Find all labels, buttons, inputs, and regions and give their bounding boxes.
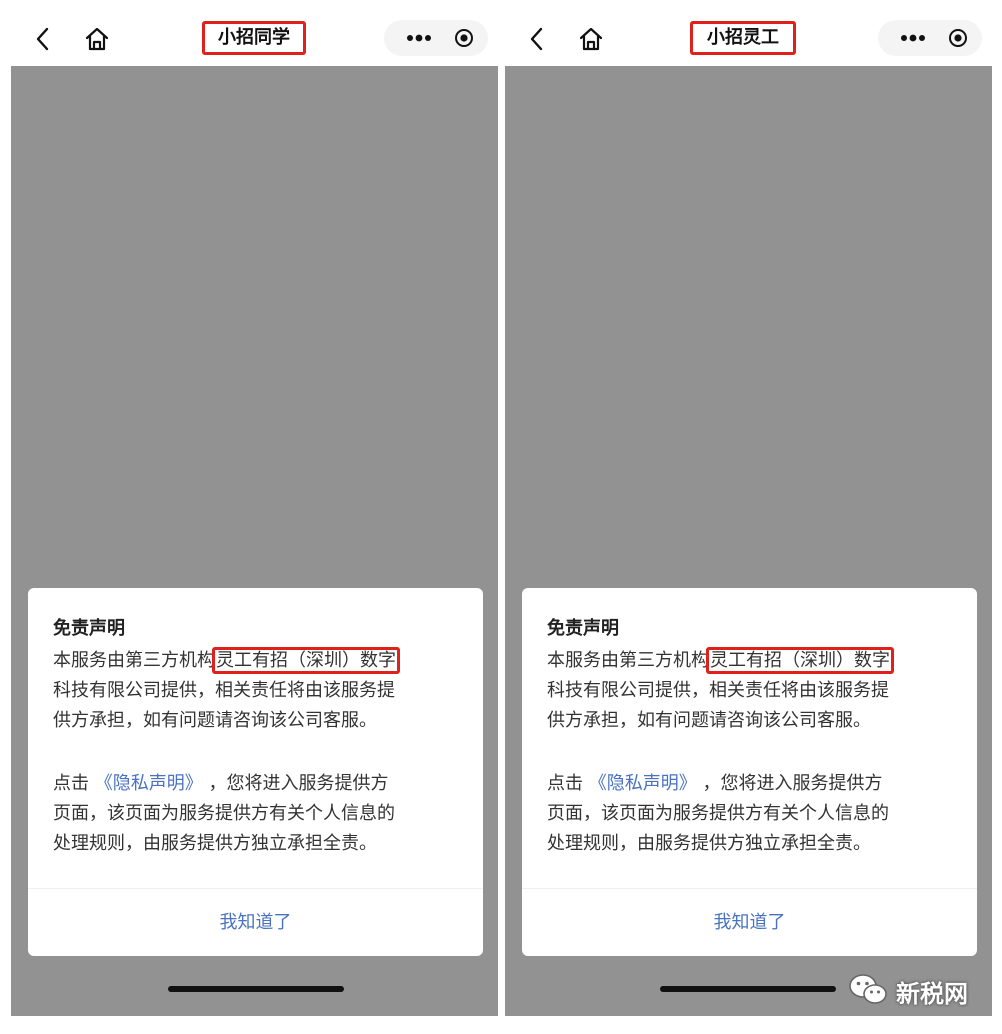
target-circle-icon[interactable] [948,28,968,48]
nav-bar: 小招同学 [8,0,498,66]
divider [522,888,977,889]
paragraph-line: 本服务由第三方机构灵工有招（深圳）数字 [547,646,967,676]
highlighted-company-name: 灵工有招（深圳）数字 [212,647,400,674]
watermark: 新税网 [846,968,976,1012]
target-circle-icon[interactable] [454,28,474,48]
divider [28,888,483,889]
disclaimer-dialog: 免责声明 本服务由第三方机构灵工有招（深圳）数字 科技有限公司提供，相关责任将由… [522,588,977,956]
nav-bar: 小招灵工 [502,0,992,66]
privacy-paragraph: 点击 《隐私声明》 ，您将进入服务提供方 页面，该页面为服务提供方有关个人信息的… [53,769,473,859]
watermark-text: 新税网 [896,980,968,1008]
phone-screen-left: 小招同学 免责声明 本服务由第三方机构灵工有招（深圳）数字 科技有限公司提供，相… [8,0,498,1034]
text-prefix: 点击 [547,773,583,794]
privacy-statement-link[interactable]: 《隐私声明》 [589,773,697,794]
paragraph-line: 处理规则，由服务提供方独立承担全责。 [547,833,871,854]
paragraph-line: 本服务由第三方机构灵工有招（深圳）数字 [53,646,473,676]
home-icon[interactable] [578,26,604,52]
confirm-button[interactable]: 我知道了 [522,906,977,940]
phone-screen-right: 小招灵工 免责声明 本服务由第三方机构灵工有招（深圳）数字 科技有限公司提供，相… [502,0,992,1034]
wechat-icon [849,974,887,1004]
capsule-menu [384,20,488,56]
more-dots-icon[interactable] [406,30,432,46]
modal-overlay: 免责声明 本服务由第三方机构灵工有招（深圳）数字 科技有限公司提供，相关责任将由… [505,66,992,1016]
home-indicator[interactable] [660,986,836,992]
paragraph-line: 页面，该页面为服务提供方有关个人信息的 [53,803,395,824]
paragraph-line: 科技有限公司提供，相关责任将由该服务提 [53,680,395,701]
home-icon[interactable] [84,26,110,52]
page-title: 小招同学 [202,21,306,55]
paragraph-line: 处理规则，由服务提供方独立承担全责。 [53,833,377,854]
page-title: 小招灵工 [690,21,796,55]
more-dots-icon[interactable] [900,30,926,46]
disclaimer-dialog: 免责声明 本服务由第三方机构灵工有招（深圳）数字 科技有限公司提供，相关责任将由… [28,588,483,956]
paragraph-line: 供方承担，如有问题请咨询该公司客服。 [547,710,871,731]
chevron-left-icon[interactable] [528,26,546,52]
text-prefix: 点击 [53,773,89,794]
paragraph-line: 点击 《隐私声明》 ，您将进入服务提供方 [547,769,967,799]
highlighted-company-name: 灵工有招（深圳）数字 [706,647,894,674]
paragraph-line: 供方承担，如有问题请咨询该公司客服。 [53,710,377,731]
paragraph-line: 点击 《隐私声明》 ，您将进入服务提供方 [53,769,473,799]
modal-overlay: 免责声明 本服务由第三方机构灵工有招（深圳）数字 科技有限公司提供，相关责任将由… [11,66,498,1016]
chevron-left-icon[interactable] [34,26,52,52]
dialog-title: 免责声明 [53,618,125,639]
dialog-title: 免责声明 [547,618,619,639]
capsule-menu [878,20,982,56]
text-suffix: ，您将进入服务提供方 [208,773,389,794]
text-prefix: 本服务由第三方机构 [53,650,215,671]
paragraph-line: 科技有限公司提供，相关责任将由该服务提 [547,680,889,701]
privacy-statement-link[interactable]: 《隐私声明》 [95,773,203,794]
paragraph-line: 页面，该页面为服务提供方有关个人信息的 [547,803,889,824]
home-indicator[interactable] [168,986,344,992]
text-suffix: ，您将进入服务提供方 [702,773,883,794]
text-prefix: 本服务由第三方机构 [547,650,709,671]
privacy-paragraph: 点击 《隐私声明》 ，您将进入服务提供方 页面，该页面为服务提供方有关个人信息的… [547,769,967,859]
disclaimer-paragraph: 本服务由第三方机构灵工有招（深圳）数字 科技有限公司提供，相关责任将由该服务提 … [547,646,967,736]
disclaimer-paragraph: 本服务由第三方机构灵工有招（深圳）数字 科技有限公司提供，相关责任将由该服务提 … [53,646,473,736]
confirm-button[interactable]: 我知道了 [28,906,483,940]
